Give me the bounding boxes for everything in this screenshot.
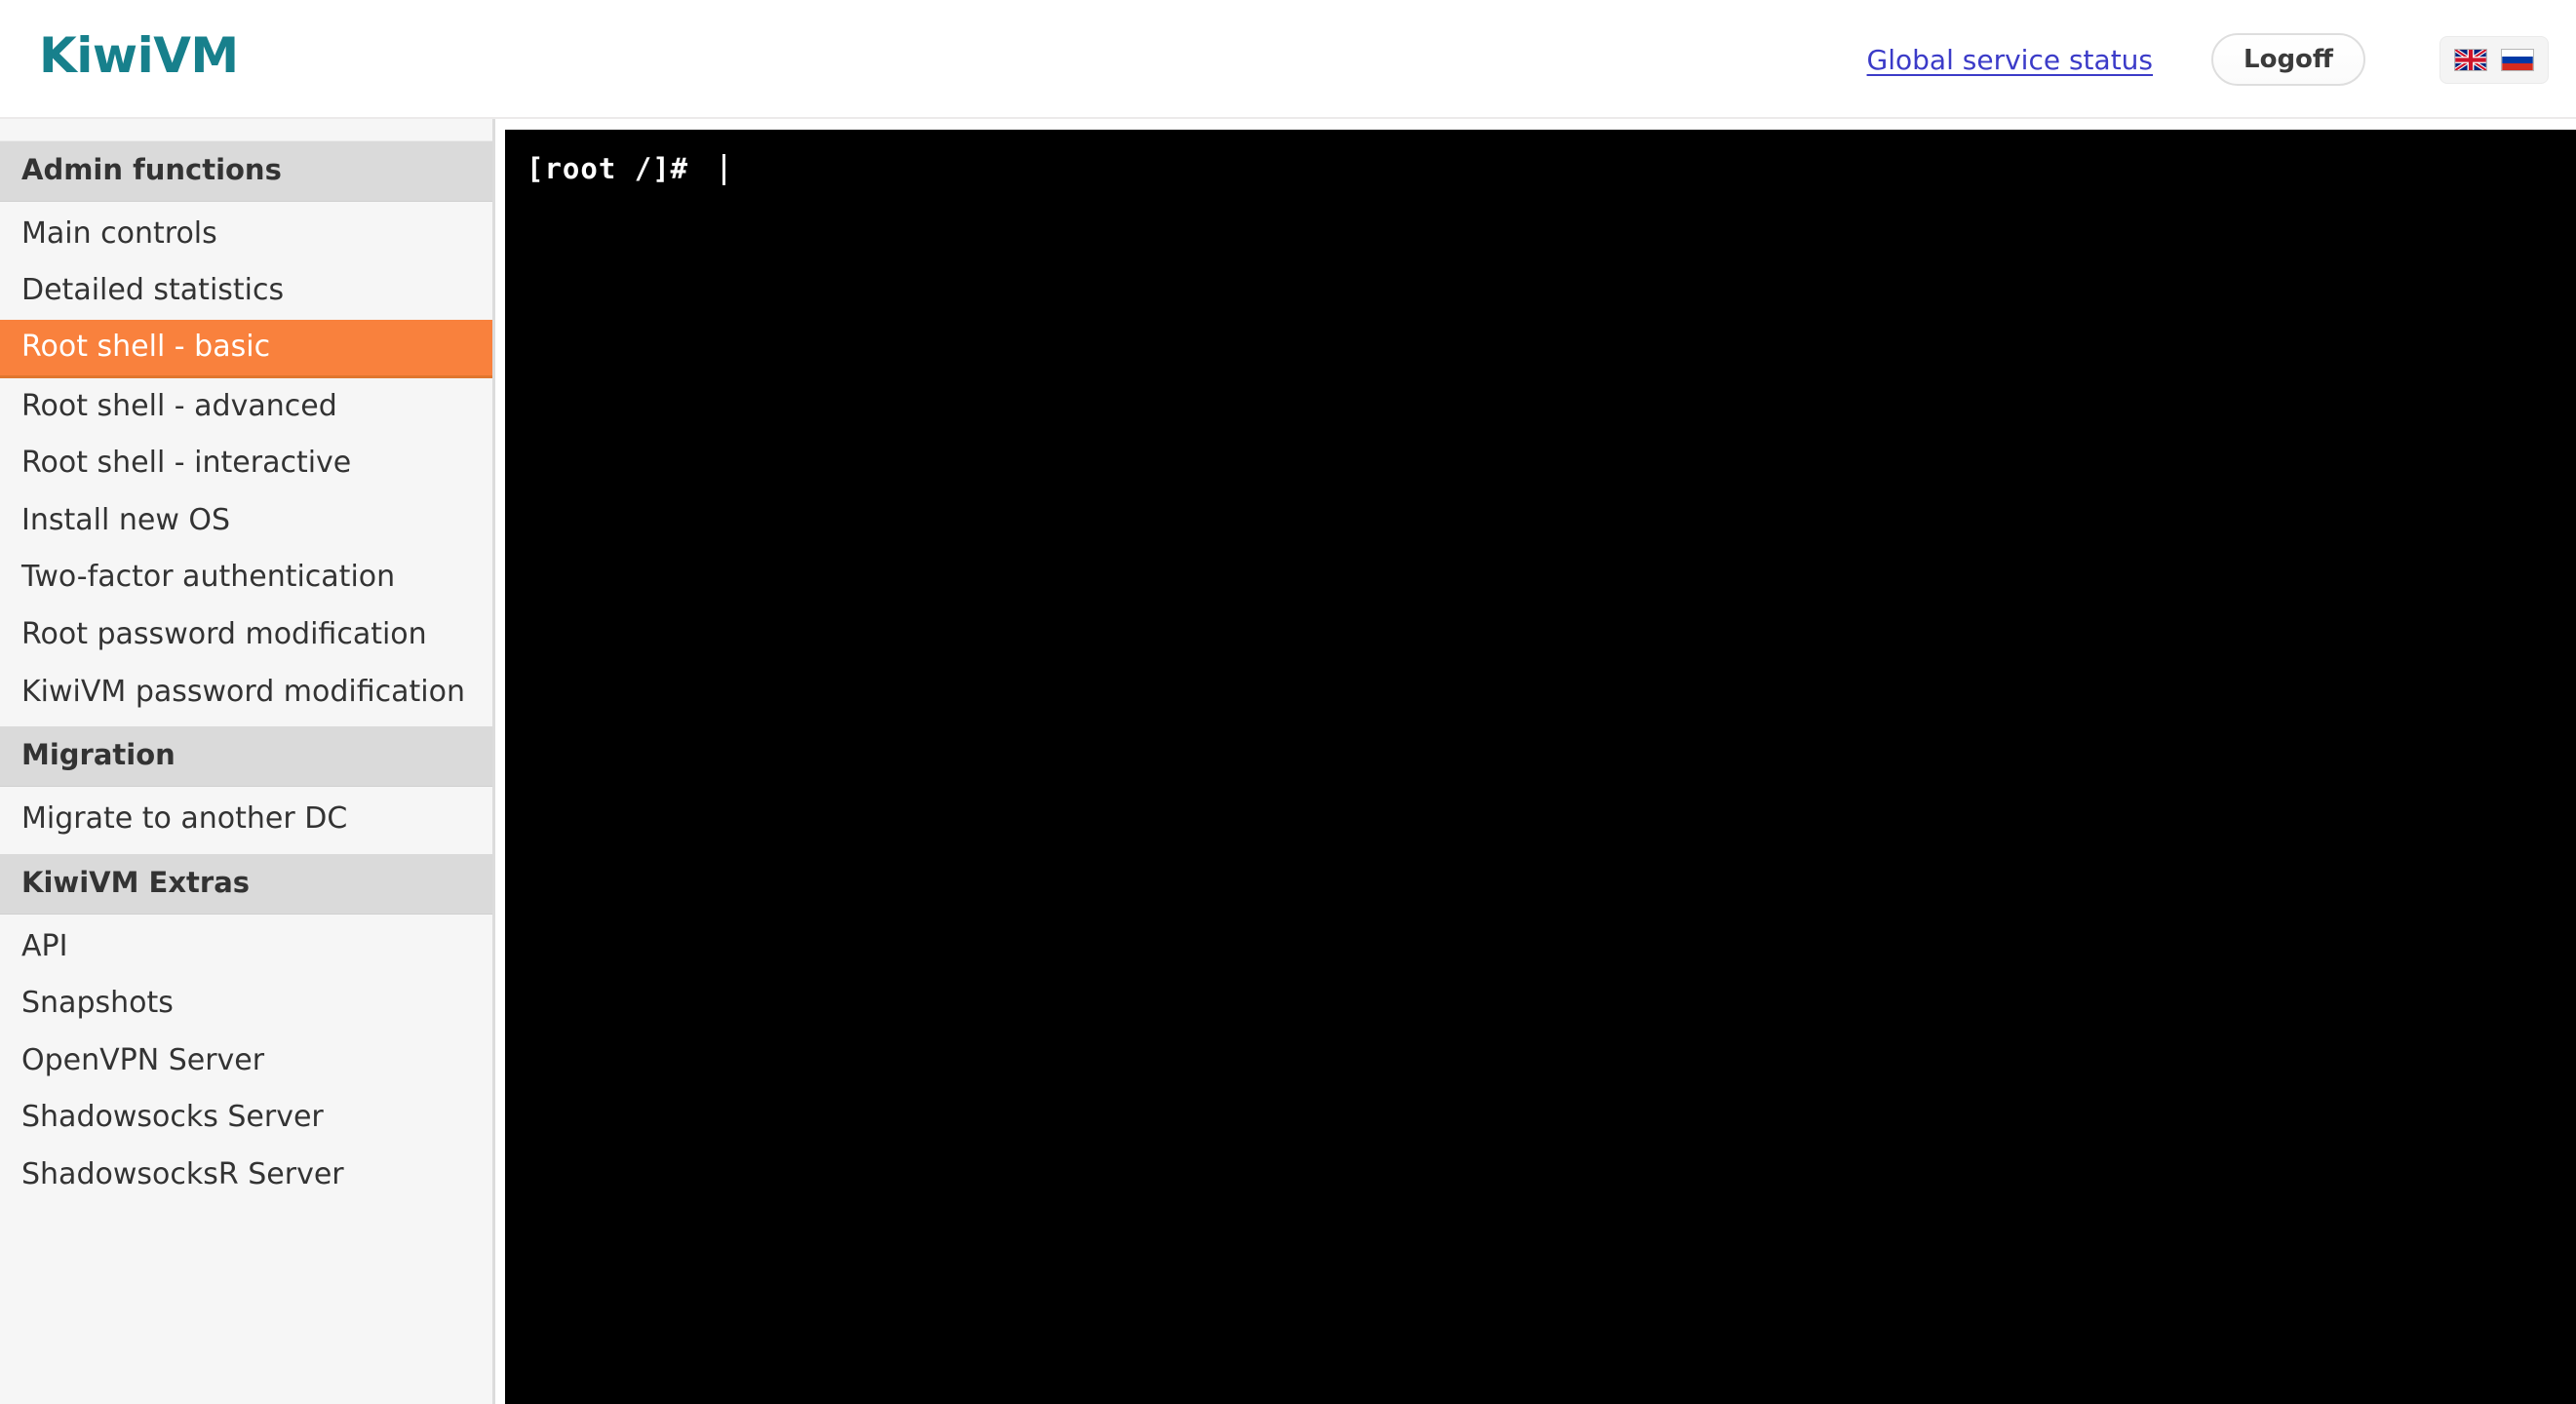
sidebar-item-detailed-statistics[interactable]: Detailed statistics [0, 262, 492, 320]
sidebar-item-kiwivm-password-modification[interactable]: KiwiVM password modification [0, 664, 492, 722]
sidebar-item-migrate-to-another-dc[interactable]: Migrate to another DC [0, 791, 492, 848]
sidebar-item-root-shell-advanced[interactable]: Root shell - advanced [0, 378, 492, 436]
sidebar-item-root-password-modification[interactable]: Root password modification [0, 606, 492, 664]
page-header: KiwiVM Global service status Logoff [0, 0, 2576, 119]
root-shell-terminal[interactable]: [root /]# [505, 130, 2576, 1404]
terminal-pane: [root /]# [505, 119, 2576, 1404]
sidebar-item-root-shell-interactive[interactable]: Root shell - interactive [0, 435, 492, 492]
english-flag-icon[interactable] [2454, 48, 2487, 71]
header-actions: Global service status Logoff [1867, 0, 2549, 119]
sidebar-item-snapshots[interactable]: Snapshots [0, 975, 492, 1033]
sidebar-section-items: Migrate to another DC [0, 787, 492, 854]
sidebar-section-header: KiwiVM Extras [0, 853, 492, 915]
sidebar-section-header: Migration [0, 726, 492, 788]
body-wrap: Admin functions Main controls Detailed sta… [0, 119, 2576, 1404]
global-service-status-link[interactable]: Global service status [1867, 44, 2153, 76]
sidebar-item-install-new-os[interactable]: Install new OS [0, 492, 492, 550]
sidebar-item-root-shell-basic[interactable]: Root shell - basic [0, 320, 492, 378]
sidebar-top-spacer [0, 119, 492, 141]
sidebar-nav: Admin functions Main controls Detailed sta… [0, 119, 495, 1404]
sidebar-item-two-factor-authentication[interactable]: Two-factor authentication [0, 549, 492, 606]
sidebar-section-header: Admin functions [0, 141, 492, 202]
kiwivm-page: KiwiVM Global service status Logoff Admi… [0, 0, 2576, 1404]
brand-logo[interactable]: KiwiVM [39, 31, 239, 80]
sidebar-item-shadowsocks-server[interactable]: Shadowsocks Server [0, 1089, 492, 1147]
sidebar-item-main-controls[interactable]: Main controls [0, 206, 492, 263]
terminal-prompt-line: [root /]# [527, 151, 2576, 188]
terminal-prompt-text: [root /]# [527, 152, 707, 185]
sidebar-item-api[interactable]: API [0, 918, 492, 976]
language-switcher [2439, 35, 2549, 84]
sidebar-section-items: Main controls Detailed statistics Root she… [0, 201, 492, 727]
russian-flag-icon[interactable] [2501, 48, 2534, 71]
sidebar-item-shadowsocksr-server[interactable]: ShadowsocksR Server [0, 1147, 492, 1204]
sidebar-section-items: API Snapshots OpenVPN Server Shadowsocks Se… [0, 914, 492, 1210]
sidebar-item-openvpn-server[interactable]: OpenVPN Server [0, 1033, 492, 1090]
logoff-button[interactable]: Logoff [2211, 33, 2365, 86]
terminal-cursor [722, 153, 725, 185]
